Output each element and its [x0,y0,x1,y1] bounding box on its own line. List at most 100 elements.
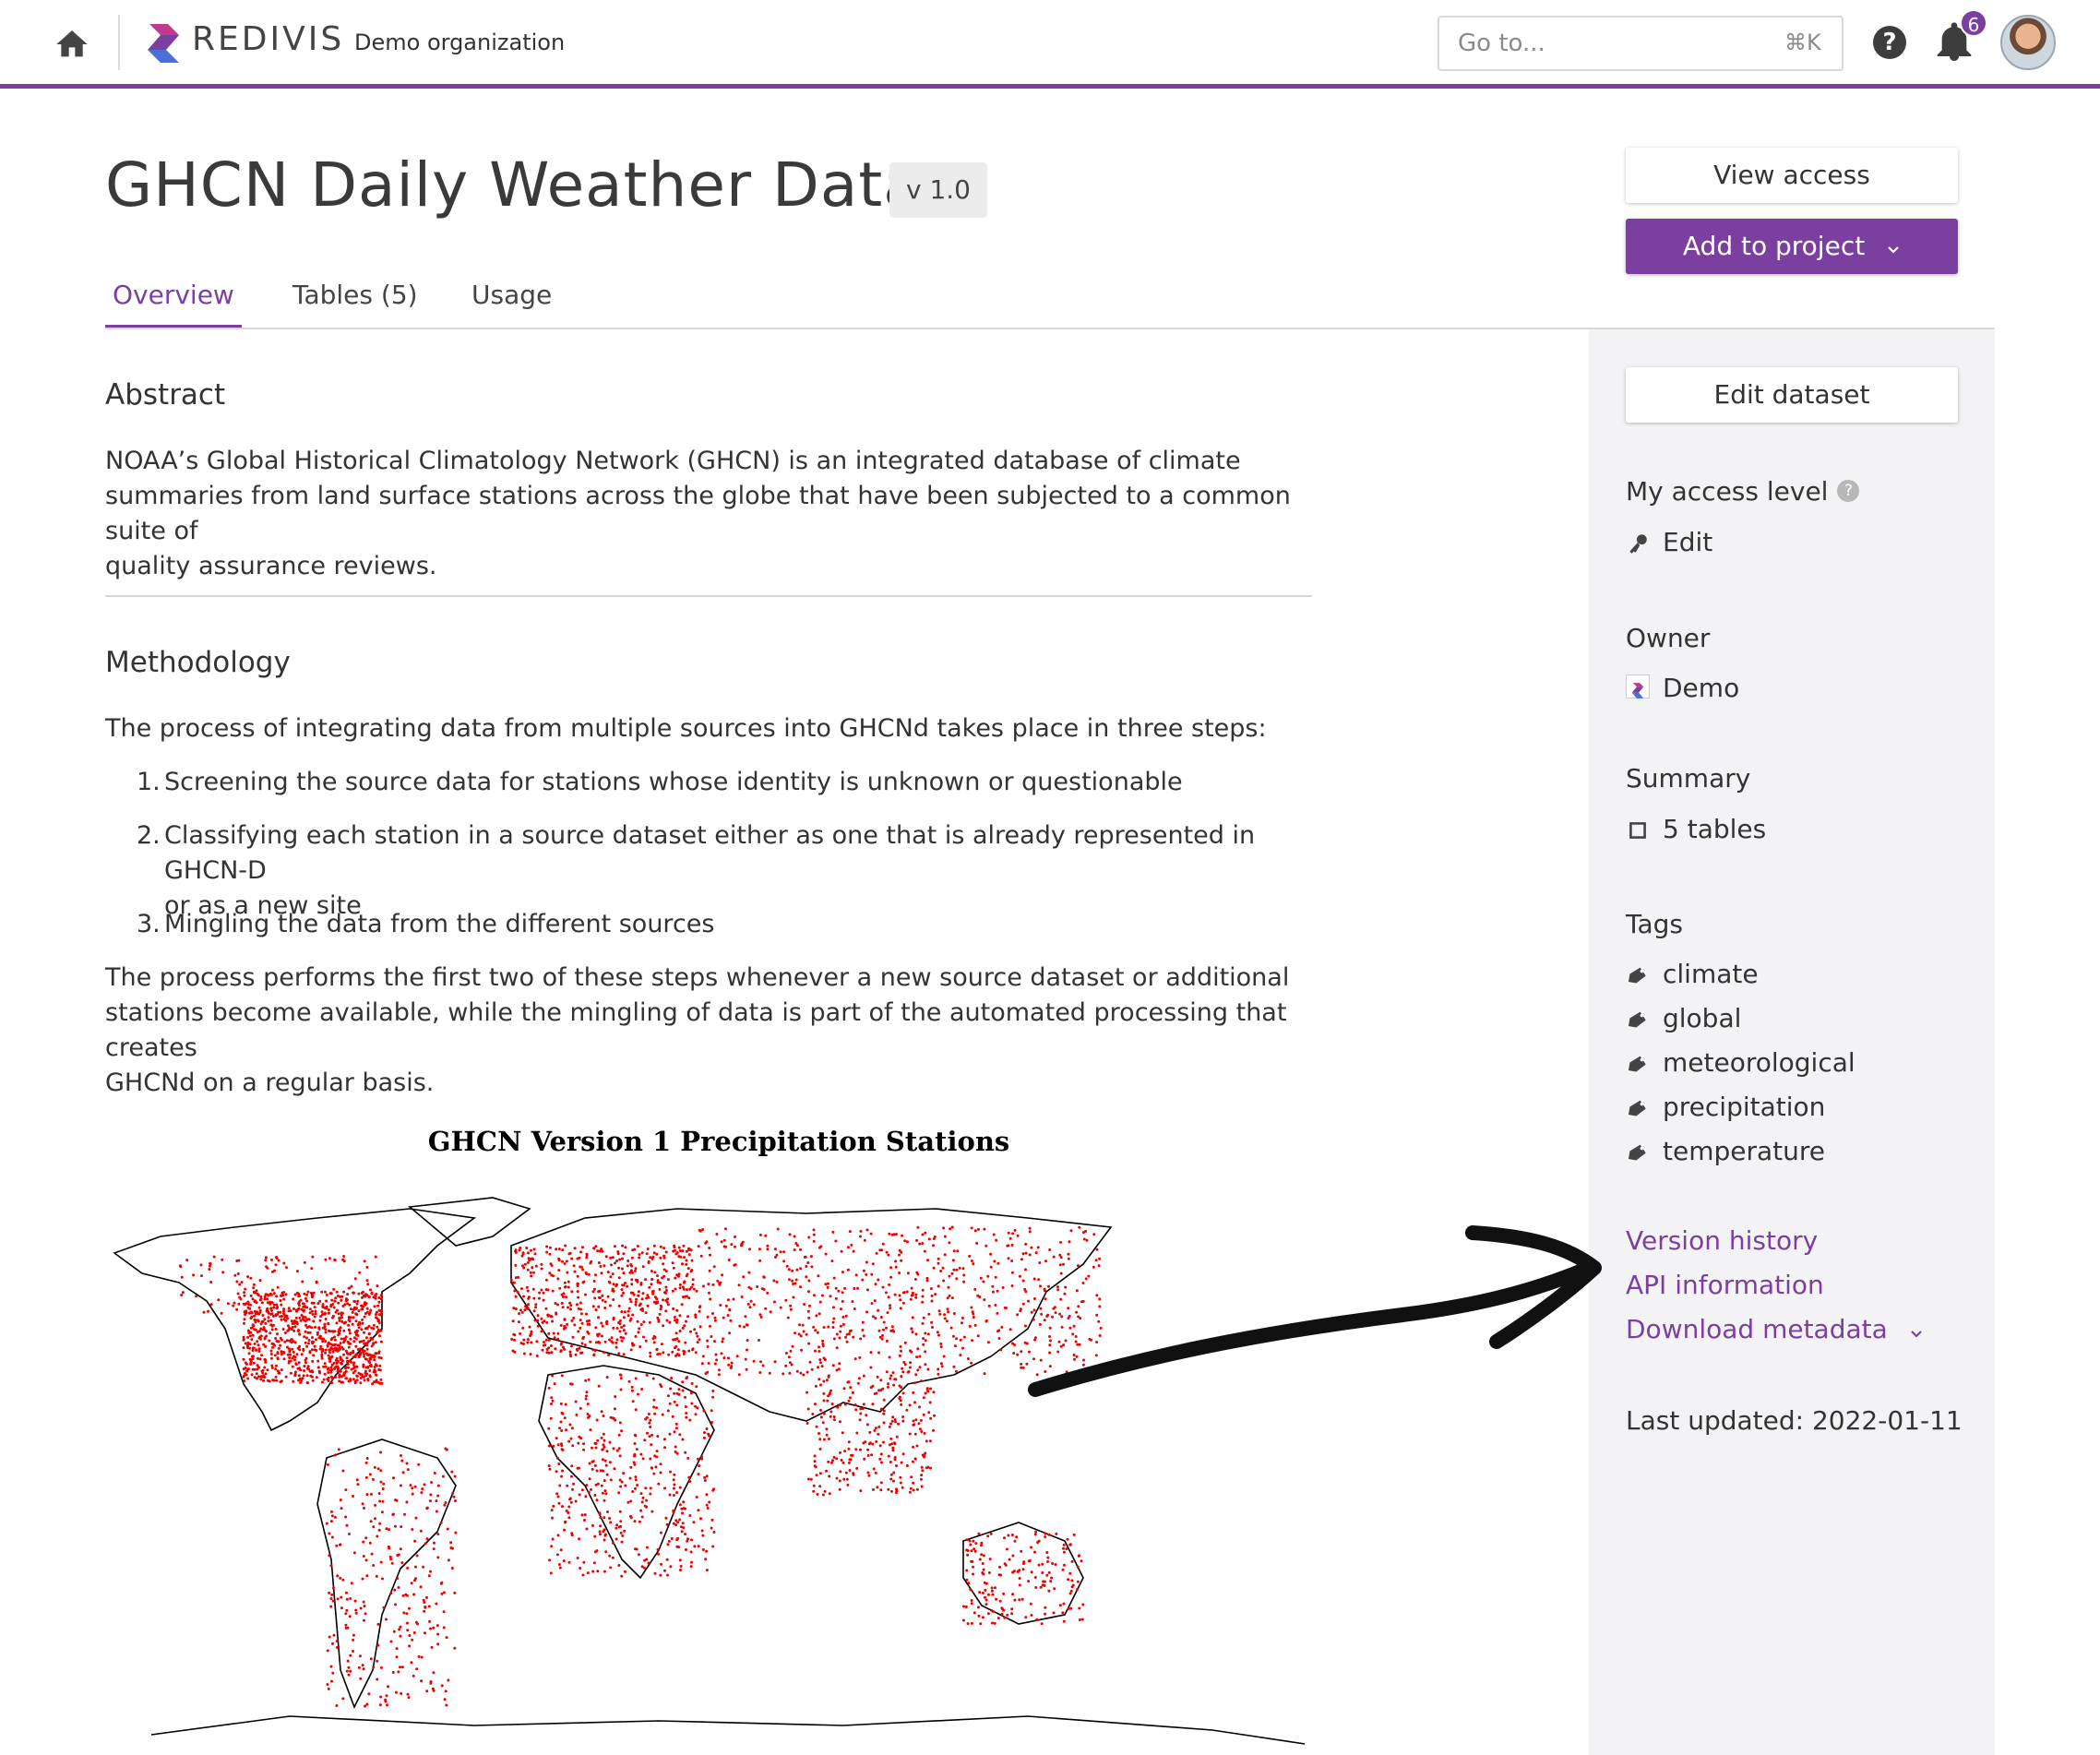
station-dot [656,1435,660,1439]
station-dot [282,1307,286,1311]
organization-name[interactable]: Demo organization [354,30,565,55]
edit-dataset-button[interactable]: Edit dataset [1626,367,1958,423]
station-dot [972,1262,975,1266]
station-dot [946,1307,949,1311]
help-circle-icon[interactable]: ? [1837,480,1860,502]
station-dot [420,1679,424,1683]
station-dot [840,1459,843,1462]
tag-item[interactable]: meteorological [1626,1045,1855,1081]
station-dot [560,1341,564,1344]
tag-item[interactable]: global [1626,1000,1741,1037]
station-dot [254,1328,257,1331]
station-dot [301,1302,304,1306]
station-dot [593,1550,597,1554]
station-dot [317,1336,321,1340]
station-dot [424,1605,427,1608]
view-access-button[interactable]: View access [1626,148,1958,203]
station-dot [249,1303,252,1307]
station-dot [1074,1335,1078,1338]
station-dot [555,1470,558,1474]
station-dot [1045,1573,1049,1577]
station-dot [965,1538,969,1542]
station-dot [620,1288,624,1292]
station-dot [877,1278,880,1282]
station-dot [600,1484,603,1487]
station-dot [706,1344,710,1348]
station-dot [619,1377,623,1380]
station-dot [865,1423,869,1427]
station-dot [324,1351,328,1355]
station-dot [556,1331,560,1335]
tab-tables[interactable]: Tables (5) [285,273,425,328]
api-information-link[interactable]: API information [1626,1270,1824,1300]
station-dot [855,1466,859,1470]
station-dot [603,1351,606,1355]
station-dot [873,1299,877,1303]
station-dot [921,1242,925,1245]
station-dot [924,1391,927,1395]
station-dot [343,1303,347,1307]
station-dot [608,1281,612,1284]
version-history-link[interactable]: Version history [1626,1225,1818,1256]
station-dot [707,1283,710,1286]
station-dot [362,1600,365,1604]
station-dot [1068,1326,1072,1330]
owner-value[interactable]: Demo [1626,670,1739,707]
station-dot [1030,1570,1033,1574]
notification-count-badge[interactable]: 6 [1960,9,1987,37]
home-icon[interactable] [54,26,90,63]
station-dot [199,1263,203,1267]
station-dot [831,1459,834,1462]
station-dot [336,1295,340,1297]
station-dot [697,1245,700,1248]
station-dot [333,1258,337,1261]
tag-item[interactable]: temperature [1626,1133,1825,1170]
station-dot [235,1280,239,1283]
station-dot [819,1245,823,1248]
station-dot [354,1319,358,1323]
station-dot [330,1316,334,1319]
tag-item[interactable]: precipitation [1626,1089,1825,1126]
station-dot [1024,1242,1028,1246]
brand-name[interactable]: REDIVIS [192,20,344,58]
tab-overview[interactable]: Overview [105,273,242,328]
station-dot [286,1353,290,1356]
station-dot [333,1515,337,1519]
station-dot [304,1330,307,1333]
station-dot [635,1297,638,1301]
topbar-divider [118,15,120,70]
station-dot [255,1289,258,1293]
add-to-project-button[interactable]: Add to project [1626,219,1958,274]
station-dot [688,1480,692,1483]
redivis-logo-icon[interactable] [148,22,181,65]
version-badge[interactable]: v 1.0 [889,162,987,218]
tab-usage[interactable]: Usage [464,273,559,328]
station-dot [583,1343,587,1347]
station-dot [348,1331,352,1335]
station-dot [678,1433,682,1437]
station-dot [978,1591,982,1594]
station-dot [618,1322,622,1326]
help-icon[interactable]: ? [1873,26,1906,59]
station-dot [361,1350,364,1354]
station-dot [1021,1252,1025,1256]
station-dot [584,1397,588,1401]
station-dot [715,1233,719,1236]
station-dot [369,1308,373,1312]
station-dot [662,1256,666,1260]
station-dot [357,1326,361,1330]
tag-item[interactable]: climate [1626,956,1759,993]
station-dot [885,1339,889,1343]
station-dot [969,1588,972,1592]
station-dot [869,1232,873,1236]
download-metadata-link[interactable]: Download metadata [1626,1314,1924,1346]
user-avatar[interactable] [2000,15,2056,70]
station-dot [698,1309,701,1313]
go-to-search-input[interactable] [1438,16,1843,71]
station-dot [1049,1580,1053,1583]
station-dot [646,1248,650,1250]
station-dot [759,1360,762,1364]
station-dot [997,1337,1001,1340]
station-dot [965,1548,969,1552]
station-dot [364,1303,367,1307]
